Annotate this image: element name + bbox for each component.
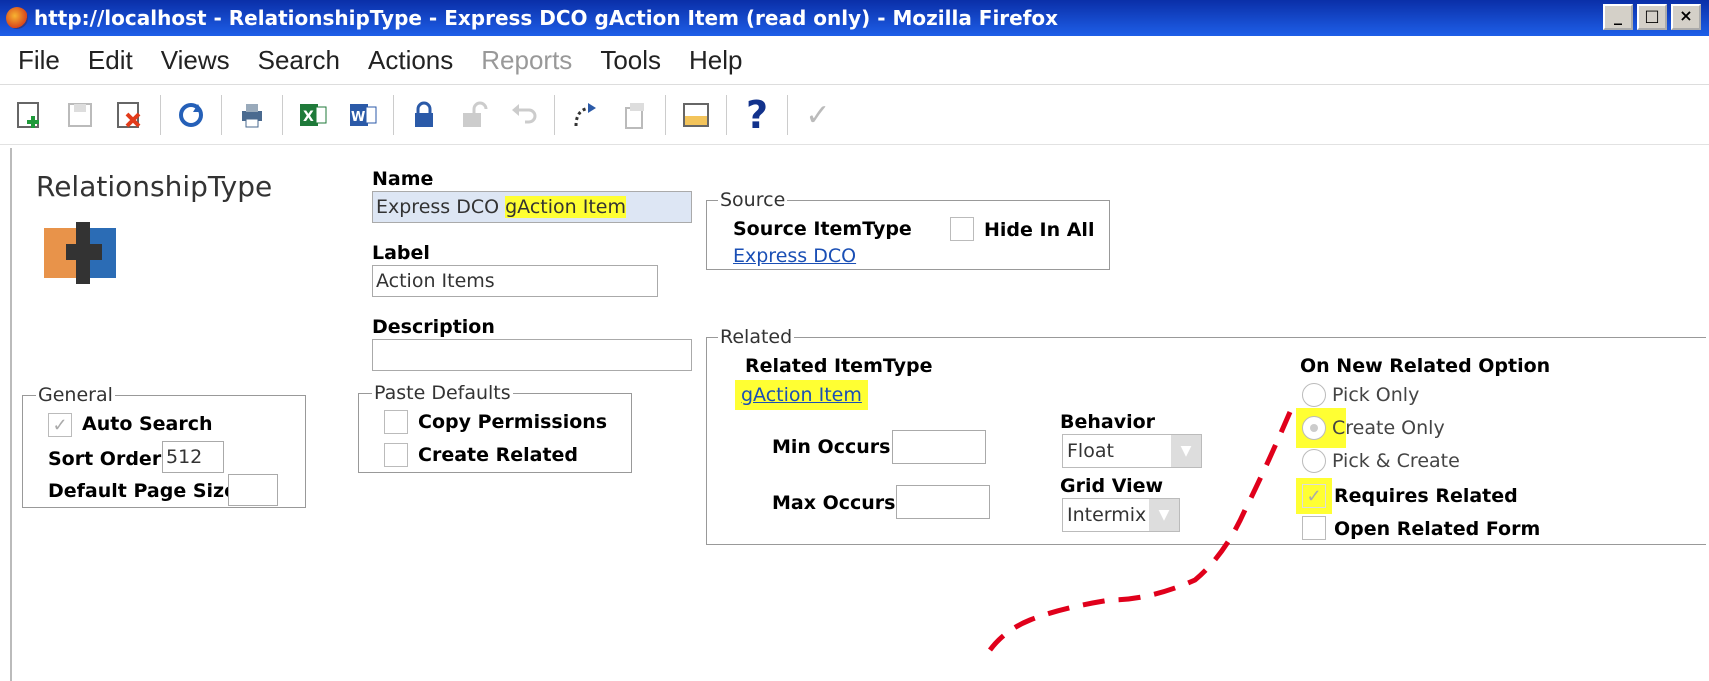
annotation-arrow: [988, 411, 1293, 652]
